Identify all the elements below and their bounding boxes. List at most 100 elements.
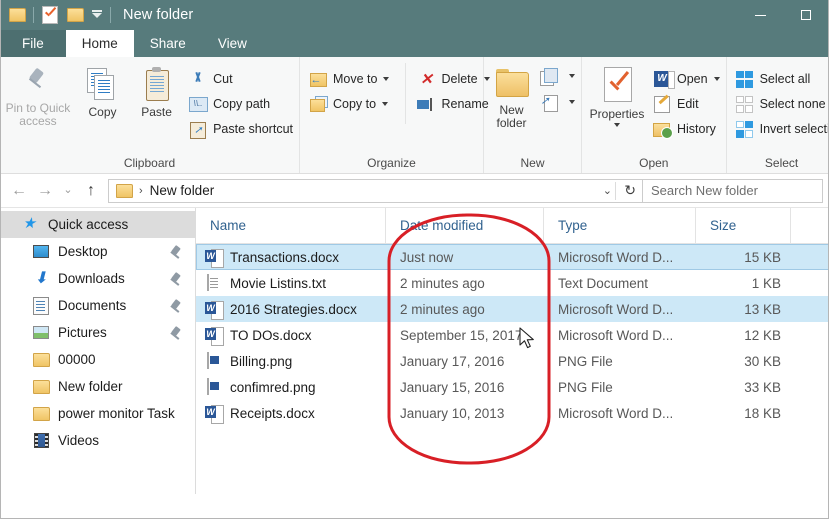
sidebar-item-new-folder[interactable]: New folder bbox=[0, 373, 195, 400]
up-button[interactable]: ↑ bbox=[78, 178, 104, 204]
properties-icon bbox=[600, 67, 634, 103]
new-folder-button[interactable]: New folder bbox=[484, 63, 539, 130]
table-row[interactable]: Billing.png January 17, 2016 PNG File 30… bbox=[196, 348, 829, 374]
pin-to-quick-access-button[interactable]: Pin to Quick access bbox=[0, 63, 76, 128]
cut-button[interactable]: Cut bbox=[188, 68, 299, 90]
pin-icon[interactable] bbox=[170, 326, 181, 339]
easy-access-button[interactable]: ➚ bbox=[539, 92, 581, 112]
sidebar-item-desktop[interactable]: Desktop bbox=[0, 238, 195, 265]
chevron-down-icon[interactable] bbox=[383, 77, 390, 81]
refresh-icon[interactable]: ↻ bbox=[624, 180, 636, 202]
recent-locations-button[interactable]: ⌄ bbox=[58, 178, 78, 204]
chevron-down-icon[interactable] bbox=[713, 77, 720, 81]
breadcrumb[interactable]: › New folder ⌄ ↻ bbox=[108, 178, 643, 203]
search-input[interactable]: Search New folder bbox=[643, 178, 823, 203]
chevron-down-icon[interactable] bbox=[569, 74, 575, 78]
column-header-label: Size bbox=[710, 218, 737, 233]
pin-icon[interactable] bbox=[170, 299, 181, 312]
column-header-row: Name ⌄ Date modified Type Size bbox=[196, 208, 829, 244]
ribbon-group-open: Properties W Open Edit History Open bbox=[582, 57, 727, 173]
title-bar: New folder bbox=[0, 0, 829, 30]
paste-shortcut-button[interactable]: ➚ Paste shortcut bbox=[188, 118, 299, 140]
documents-icon bbox=[32, 296, 50, 315]
sidebar-item-quick-access[interactable]: Quick access bbox=[0, 211, 195, 238]
maximize-button[interactable] bbox=[783, 0, 829, 30]
sidebar-item-downloads[interactable]: ⬇ Downloads bbox=[0, 265, 195, 292]
chevron-down-icon[interactable] bbox=[382, 102, 389, 106]
table-row[interactable]: confimred.png January 15, 2016 PNG File … bbox=[196, 374, 829, 400]
file-name: Billing.png bbox=[230, 353, 293, 369]
table-row[interactable]: 2016 Strategies.docx 2 minutes ago Micro… bbox=[196, 296, 829, 322]
column-header-label: Name bbox=[210, 218, 247, 233]
chevron-down-icon[interactable] bbox=[614, 123, 620, 127]
minimize-button[interactable] bbox=[737, 0, 783, 30]
properties-button[interactable]: Properties bbox=[582, 63, 652, 127]
tab-view[interactable]: View bbox=[202, 30, 263, 57]
column-header-size[interactable]: Size bbox=[696, 208, 791, 243]
back-button[interactable]: ← bbox=[6, 178, 32, 204]
qat-properties-icon[interactable] bbox=[39, 2, 61, 28]
pin-icon[interactable] bbox=[170, 272, 181, 285]
videos-icon bbox=[32, 432, 50, 449]
new-item-button[interactable] bbox=[539, 66, 581, 86]
select-none-button[interactable]: Select none bbox=[735, 93, 829, 115]
copy-to-button[interactable]: Copy to bbox=[308, 93, 395, 115]
table-row[interactable]: TO DOs.docx September 15, 2017 Microsoft… bbox=[196, 322, 829, 348]
qat-separator-2 bbox=[110, 7, 111, 23]
cell-name: Transactions.docx bbox=[196, 244, 386, 270]
word-open-icon: W bbox=[652, 70, 675, 89]
breadcrumb-divider bbox=[615, 181, 616, 200]
sidebar-item-power-monitor-task[interactable]: power monitor Task bbox=[0, 400, 195, 427]
cell-date-modified: 2 minutes ago bbox=[400, 301, 485, 317]
copy-button[interactable]: Copy bbox=[76, 63, 129, 119]
history-button[interactable]: History bbox=[652, 118, 726, 140]
paste-button[interactable]: Paste bbox=[129, 63, 184, 119]
edit-button[interactable]: Edit bbox=[652, 93, 726, 115]
column-header-type[interactable]: Type bbox=[544, 208, 696, 243]
tab-home[interactable]: Home bbox=[65, 30, 134, 57]
table-row[interactable]: Transactions.docx Just now Microsoft Wor… bbox=[196, 244, 829, 270]
column-header-name[interactable]: Name bbox=[196, 208, 386, 243]
qat-folder-icon[interactable] bbox=[6, 2, 28, 28]
file-name: TO DOs.docx bbox=[230, 327, 312, 343]
column-header-label: Type bbox=[558, 218, 588, 233]
group-label-open: Open bbox=[639, 156, 669, 170]
pin-icon[interactable] bbox=[170, 245, 181, 258]
qat-new-folder-icon[interactable] bbox=[64, 2, 86, 28]
select-all-icon bbox=[735, 70, 755, 88]
sidebar-item-documents[interactable]: Documents bbox=[0, 292, 195, 319]
select-all-button[interactable]: Select all bbox=[735, 68, 829, 90]
chevron-down-icon[interactable] bbox=[569, 100, 575, 104]
tab-share[interactable]: Share bbox=[134, 30, 202, 57]
breadcrumb-current-folder[interactable]: New folder bbox=[150, 183, 215, 198]
forward-button[interactable]: → bbox=[32, 178, 58, 204]
table-row[interactable]: Receipts.docx January 10, 2013 Microsoft… bbox=[196, 400, 829, 426]
move-to-button[interactable]: ← Move to bbox=[308, 68, 395, 90]
tab-file[interactable]: File bbox=[0, 30, 66, 57]
window-title: New folder bbox=[123, 7, 194, 23]
cell-type: PNG File bbox=[558, 353, 613, 369]
column-header-spacer bbox=[791, 208, 829, 243]
sidebar-item-videos[interactable]: Videos bbox=[0, 427, 195, 454]
sidebar-item-label: Pictures bbox=[58, 325, 107, 340]
table-row[interactable]: Movie Listins.txt 2 minutes ago Text Doc… bbox=[196, 270, 829, 296]
invert-selection-icon bbox=[735, 120, 755, 138]
new-folder-icon bbox=[66, 8, 84, 22]
paste-label: Paste bbox=[141, 105, 172, 119]
new-item-icon bbox=[539, 67, 559, 86]
ribbon-group-select: Select all Select none Invert selection … bbox=[727, 57, 829, 173]
cell-size: 30 KB bbox=[744, 353, 781, 369]
sidebar-item-pictures[interactable]: Pictures bbox=[0, 319, 195, 346]
rename-icon bbox=[416, 95, 436, 113]
copy-path-button[interactable]: \\.. Copy path bbox=[188, 93, 299, 115]
qat-customize-caret-icon[interactable] bbox=[89, 2, 105, 28]
column-header-date-modified[interactable]: ⌄ Date modified bbox=[386, 208, 544, 243]
select-all-label: Select all bbox=[759, 72, 811, 86]
chevron-down-icon[interactable]: ⌄ bbox=[603, 180, 612, 202]
window-controls bbox=[737, 0, 829, 30]
open-button[interactable]: W Open bbox=[652, 68, 726, 90]
copy-path-label: Copy path bbox=[213, 97, 271, 111]
sidebar-item-00000[interactable]: 00000 bbox=[0, 346, 195, 373]
delete-icon: ✕ bbox=[420, 70, 433, 88]
invert-selection-button[interactable]: Invert selection bbox=[735, 118, 829, 140]
